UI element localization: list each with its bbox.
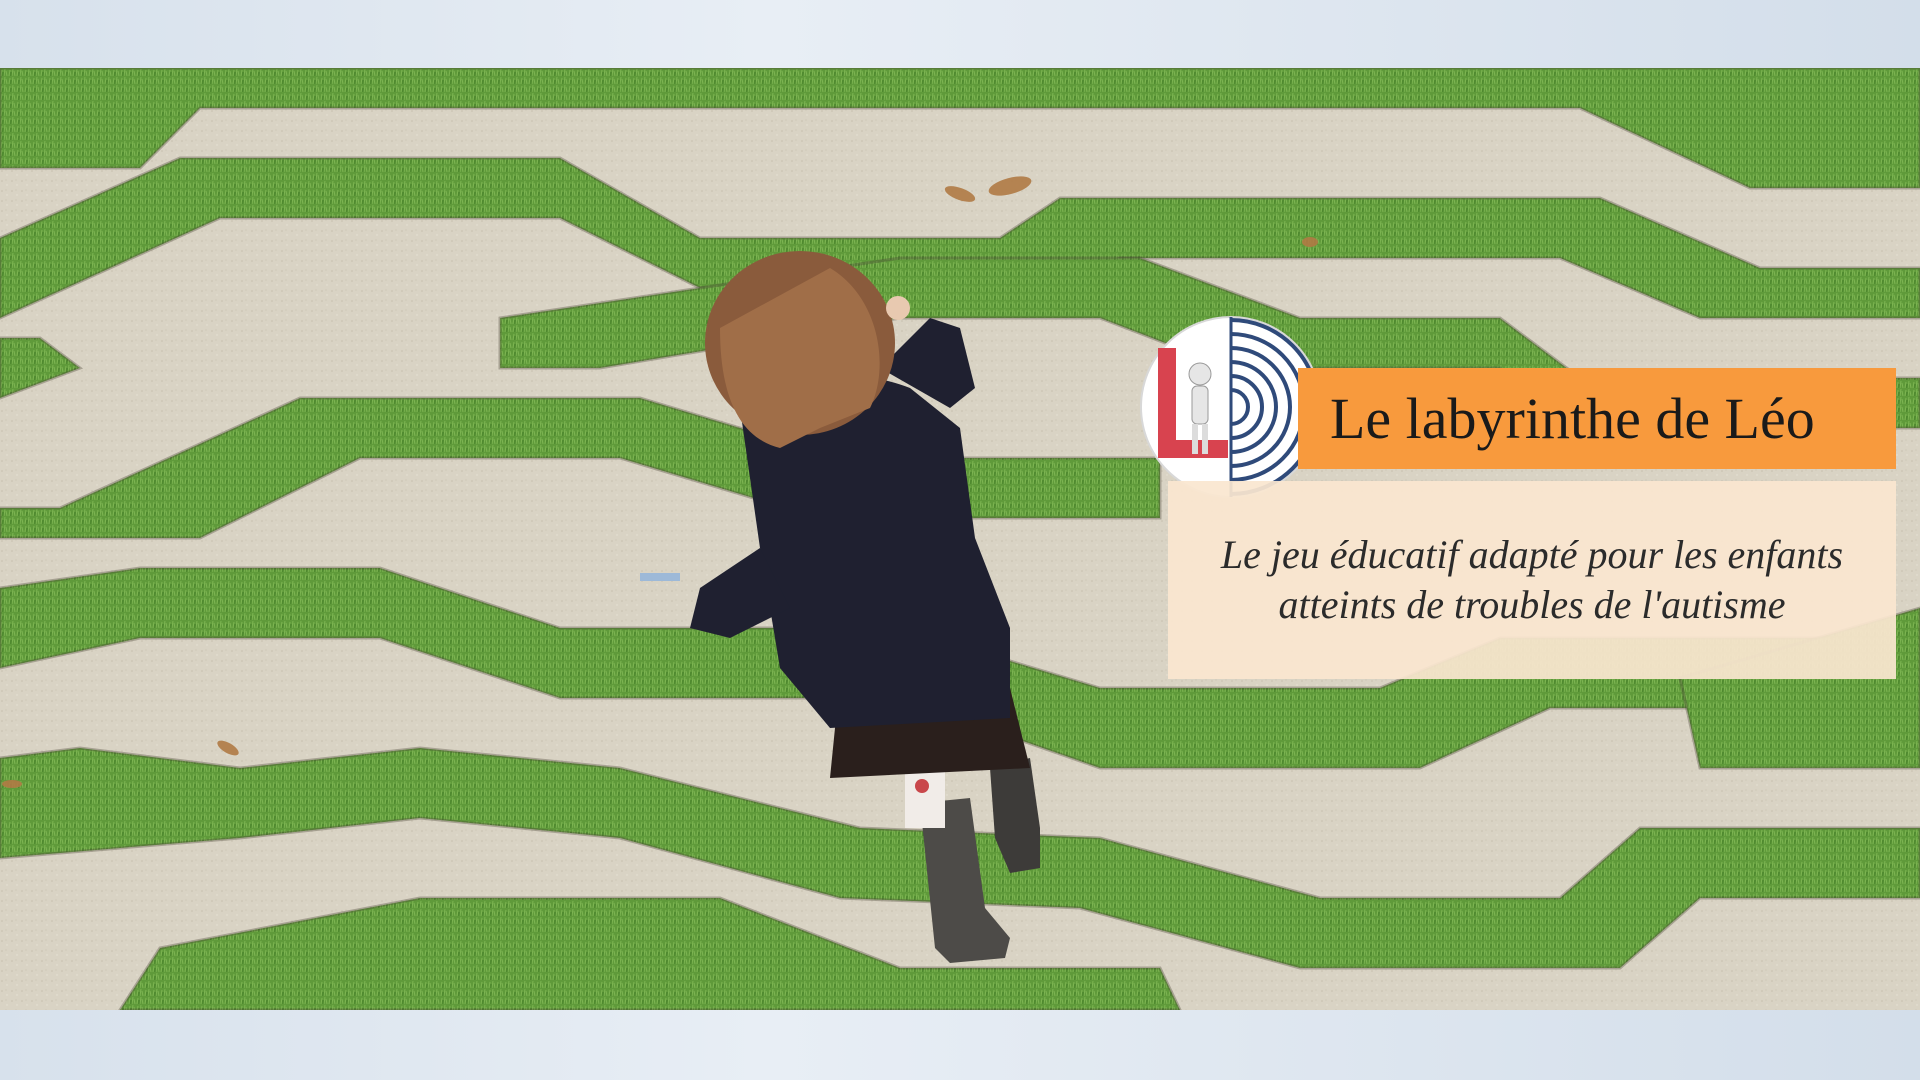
page-subtitle: Le jeu éducatif adapté pour les enfants … [1220,532,1844,627]
title-banner: Le labyrinthe de Léo [1298,368,1896,469]
top-frame-band [0,0,1920,68]
bottom-frame-band [0,1010,1920,1080]
page-title: Le labyrinthe de Léo [1330,386,1815,451]
subtitle-panel: Le jeu éducatif adapté pour les enfants … [1168,481,1896,679]
